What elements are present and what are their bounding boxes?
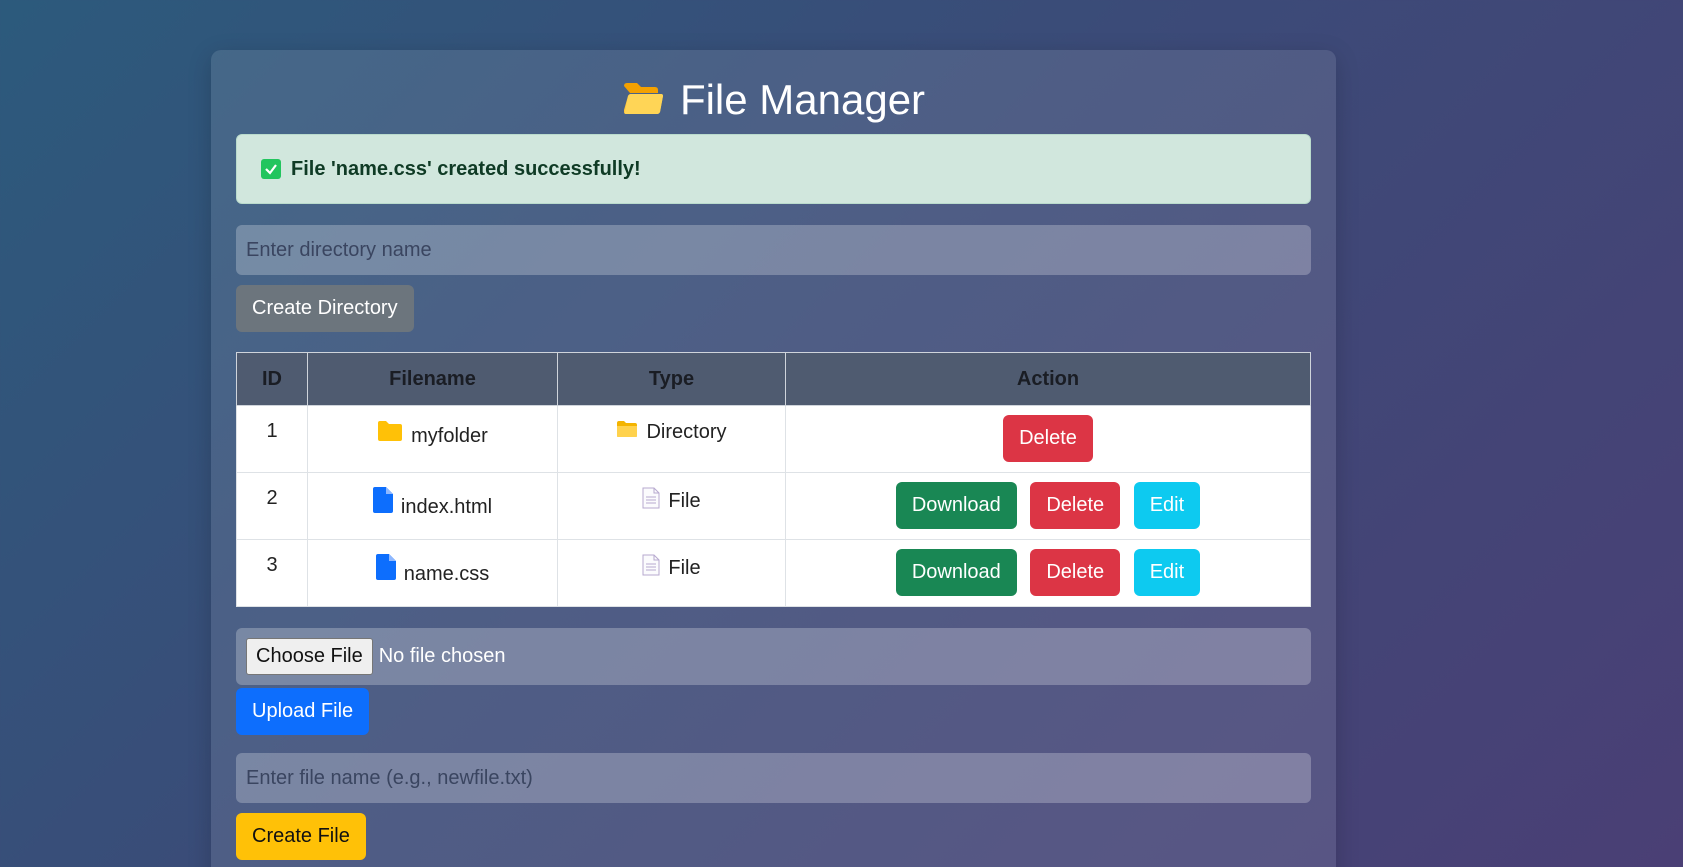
delete-button[interactable]: Delete — [1030, 482, 1121, 529]
table-row: 2 index.html File Download Delete Edit — [236, 472, 1311, 540]
header-id: ID — [236, 352, 308, 406]
type-cell: Directory — [557, 405, 786, 473]
success-alert: File 'name.css' created successfully! — [236, 134, 1311, 204]
download-button[interactable]: Download — [895, 482, 1017, 529]
upload-file-button[interactable]: Upload File — [236, 688, 370, 735]
row-id: 1 — [236, 405, 308, 473]
row-id: 3 — [236, 539, 308, 607]
page-header: File Manager — [211, 76, 1336, 124]
check-icon — [261, 159, 281, 179]
directory-name-input[interactable] — [236, 225, 1311, 275]
action-cell: Download Delete Edit — [785, 472, 1311, 540]
filename-text: name.css — [403, 563, 490, 585]
file-name-input[interactable] — [236, 753, 1311, 803]
create-file-button[interactable]: Create File — [236, 813, 366, 860]
folder-icon — [377, 420, 403, 448]
filename-cell: name.css — [307, 539, 558, 607]
action-cell: Download Delete Edit — [785, 539, 1311, 607]
edit-button[interactable]: Edit — [1133, 482, 1201, 529]
header-action: Action — [785, 352, 1311, 406]
file-manager-panel: File Manager File 'name.css' created suc… — [211, 50, 1336, 867]
filename-cell: index.html — [307, 472, 558, 540]
type-text: File — [668, 489, 701, 512]
download-button[interactable]: Download — [895, 549, 1017, 596]
type-cell: File — [557, 472, 786, 540]
filename-text: index.html — [400, 496, 493, 518]
row-id: 2 — [236, 472, 308, 540]
action-cell: Delete — [785, 405, 1311, 473]
document-icon — [642, 487, 660, 515]
edit-button[interactable]: Edit — [1133, 549, 1201, 596]
file-icon — [372, 487, 393, 519]
document-icon — [642, 554, 660, 582]
table-header-row: ID Filename Type Action — [236, 352, 1311, 406]
file-icon — [375, 554, 396, 586]
header-filename: Filename — [307, 352, 558, 406]
create-directory-button[interactable]: Create Directory — [236, 285, 414, 332]
type-text: File — [668, 556, 701, 579]
table-row: 1 myfolder Directory Delete — [236, 405, 1311, 473]
no-file-chosen-text: No file chosen — [378, 645, 506, 667]
type-cell: File — [557, 539, 786, 607]
delete-button[interactable]: Delete — [1003, 415, 1093, 462]
folder-icon — [616, 420, 638, 444]
header-type: Type — [557, 352, 786, 406]
page-title: File Manager — [679, 76, 926, 123]
file-upload-field: Choose File No file chosen — [236, 628, 1311, 685]
open-folder-icon — [622, 80, 664, 121]
filename-cell: myfolder — [307, 405, 558, 473]
table-row: 3 name.css File Download Delete Edit — [236, 539, 1311, 607]
files-table: ID Filename Type Action 1 myfolder Direc… — [236, 352, 1311, 607]
choose-file-button[interactable]: Choose File — [246, 638, 373, 675]
alert-message: File 'name.css' created successfully! — [291, 157, 641, 180]
filename-text: myfolder — [411, 425, 488, 447]
delete-button[interactable]: Delete — [1030, 549, 1121, 596]
type-text: Directory — [646, 420, 727, 443]
